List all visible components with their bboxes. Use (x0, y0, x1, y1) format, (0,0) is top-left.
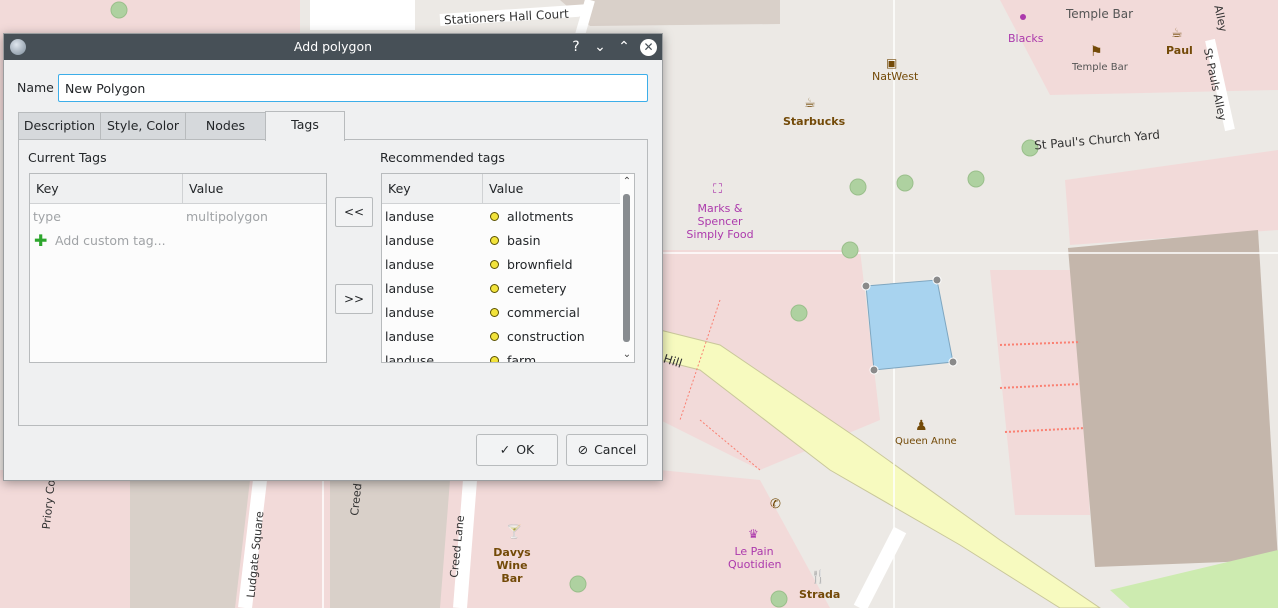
column-header-value[interactable]: Value (483, 174, 622, 204)
tag-value: cemetery (507, 281, 567, 296)
tag-key: type (33, 209, 61, 224)
color-dot-icon (490, 332, 499, 341)
tags-panel: Current Tags Key Value type multipolygon… (18, 139, 648, 426)
tag-value: multipolygon (186, 209, 268, 224)
table-row[interactable]: landuse allotments (382, 205, 634, 229)
tag-value: allotments (507, 209, 574, 224)
poi-label: Starbucks (783, 115, 846, 128)
dialog-title: Add polygon (293, 39, 373, 54)
supermarket-icon: ⛶ (713, 182, 723, 197)
table-row[interactable]: landuse brownfield (382, 253, 634, 277)
close-button[interactable]: ✕ (640, 39, 657, 56)
table-row[interactable]: landuse cemetery (382, 277, 634, 301)
tag-value: commercial (507, 305, 580, 320)
cancel-icon: ⊘ (577, 442, 589, 457)
tag-value-cell: construction (490, 325, 585, 349)
shop-icon (1020, 14, 1026, 20)
color-dot-icon (490, 260, 499, 269)
cafe-icon: ☕ (804, 96, 816, 111)
color-dot-icon (490, 308, 499, 317)
statue-icon: ♟ (915, 418, 928, 434)
cancel-label: Cancel (594, 442, 637, 457)
maximize-button[interactable]: ⌃ (615, 38, 633, 56)
phone-icon: ✆ (770, 497, 781, 512)
add-icon: ✚ (34, 231, 48, 250)
tag-key: landuse (385, 305, 435, 320)
bakery-icon: ♛ (748, 527, 759, 541)
title-bar[interactable]: Add polygon ? ⌄ ⌃ ✕ (4, 34, 662, 60)
recommended-tags-label: Recommended tags (380, 150, 505, 165)
scrollbar[interactable]: ⌃ ⌄ (620, 174, 634, 362)
move-left-button[interactable]: << (335, 197, 373, 227)
cafe-icon: ☕ (1171, 26, 1183, 41)
table-row[interactable]: landuse construction (382, 325, 634, 349)
tab-tags[interactable]: Tags (265, 111, 345, 141)
table-row[interactable]: landuse basin (382, 229, 634, 253)
tag-value-cell: commercial (490, 301, 580, 325)
table-row[interactable]: landuse commercial (382, 301, 634, 325)
poi-label: Strada (799, 588, 841, 601)
tab-nodes[interactable]: Nodes (185, 112, 266, 140)
restaurant-icon: 🍴 (810, 570, 827, 585)
poi-label: Marks & Spencer Simply Food (686, 202, 754, 241)
poi-label: Temple Bar (1066, 7, 1134, 21)
poi-label: Le Pain Quotidien (728, 545, 782, 571)
add-polygon-dialog: Add polygon ? ⌄ ⌃ ✕ Name Description Sty… (3, 33, 663, 481)
scroll-up-icon[interactable]: ⌃ (621, 176, 633, 187)
poi-label: Paul (1166, 44, 1193, 57)
tag-value: brownfield (507, 257, 573, 272)
poi-label: Blacks (1008, 32, 1044, 45)
bank-icon: ▣ (886, 56, 898, 70)
poi-label: Queen Anne (895, 436, 957, 447)
tag-key: landuse (385, 353, 435, 363)
monument-icon: ⚑ (1090, 44, 1103, 60)
check-icon: ✓ (499, 442, 511, 457)
tag-value-cell: farm (490, 349, 537, 363)
table-row[interactable]: landuse farm (382, 349, 634, 363)
minimize-button[interactable]: ⌄ (591, 38, 609, 56)
tag-key: landuse (385, 209, 435, 224)
color-dot-icon (490, 284, 499, 293)
tag-value-cell: brownfield (490, 253, 573, 277)
add-custom-tag-row[interactable]: ✚ Add custom tag... (30, 229, 326, 253)
poi-label: Temple Bar (1072, 62, 1128, 73)
ok-label: OK (516, 442, 535, 457)
color-dot-icon (490, 212, 499, 221)
tag-key: landuse (385, 257, 435, 272)
tag-value: construction (507, 329, 585, 344)
color-dot-icon (490, 356, 499, 362)
poi-label: NatWest (872, 70, 919, 83)
cancel-button[interactable]: ⊘ Cancel (566, 434, 648, 466)
recommended-tags-table[interactable]: Key Value landuse allotments landuse basin l… (381, 173, 635, 363)
tag-value-cell: basin (490, 229, 541, 253)
tag-key: landuse (385, 281, 435, 296)
column-header-value[interactable]: Value (183, 174, 326, 204)
tag-value-cell: allotments (490, 205, 573, 229)
column-header-key[interactable]: Key (30, 174, 183, 204)
current-tags-table[interactable]: Key Value type multipolygon ✚ Add custom… (29, 173, 327, 363)
tab-style-color[interactable]: Style, Color (100, 112, 186, 140)
bar-icon: 🍸 (506, 525, 523, 540)
add-custom-tag-label: Add custom tag... (55, 233, 166, 248)
ok-button[interactable]: ✓ OK (476, 434, 558, 466)
name-label: Name (17, 80, 54, 95)
scrollbar-thumb[interactable] (623, 194, 630, 342)
tag-value: farm (507, 353, 537, 363)
color-dot-icon (490, 236, 499, 245)
tab-description[interactable]: Description (18, 112, 101, 140)
column-header-key[interactable]: Key (382, 174, 483, 204)
name-input[interactable] (58, 74, 648, 102)
table-row[interactable]: type multipolygon (30, 205, 326, 229)
current-tags-label: Current Tags (28, 150, 107, 165)
move-right-button[interactable]: >> (335, 284, 373, 314)
tag-value: basin (507, 233, 541, 248)
tag-key: landuse (385, 329, 435, 344)
help-button[interactable]: ? (567, 38, 585, 56)
tag-key: landuse (385, 233, 435, 248)
tag-value-cell: cemetery (490, 277, 567, 301)
poi-label: Davys Wine Bar (493, 546, 531, 585)
scroll-down-icon[interactable]: ⌄ (621, 349, 633, 360)
